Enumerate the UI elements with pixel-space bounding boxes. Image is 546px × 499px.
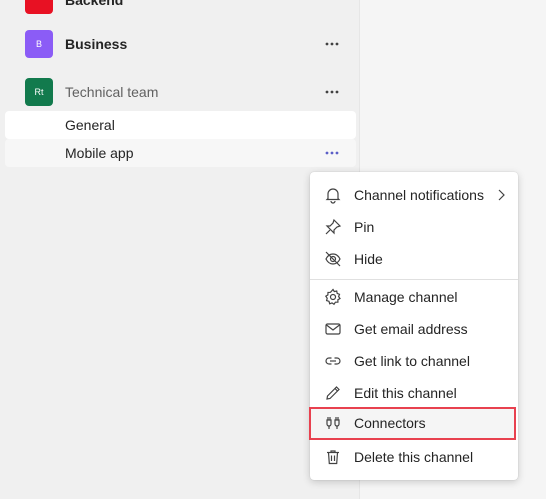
menu-item-channel-notifications[interactable]: Channel notifications [310,179,518,211]
menu-item-edit-channel[interactable]: Edit this channel [310,377,518,409]
team-avatar: Rt [25,78,53,106]
team-name: Business [65,36,128,52]
team-name: Technical team [65,84,159,100]
menu-divider [310,279,518,280]
team-row-technical[interactable]: Rt Technical team [0,78,360,106]
team-avatar [25,0,53,14]
menu-item-label: Hide [354,251,383,267]
channel-label: General [65,117,115,133]
menu-item-label: Delete this channel [354,449,474,465]
menu-item-connectors[interactable]: Connectors [309,407,516,440]
bell-icon [324,186,342,204]
chevron-right-icon [496,188,506,202]
trash-icon [324,448,342,466]
menu-item-label: Edit this channel [354,385,457,401]
menu-item-label: Get email address [354,321,468,337]
more-options-icon[interactable] [323,37,341,51]
menu-item-hide[interactable]: Hide [310,243,518,275]
teams-sidebar: Backend B Business Rt Technical team Gen… [0,0,360,499]
link-icon [324,352,342,370]
mail-icon [324,320,342,338]
team-name: Backend [65,0,124,8]
channel-general[interactable]: General [5,111,356,139]
gear-icon [324,288,342,306]
plug-icon [324,414,342,432]
eye-off-icon [324,250,342,268]
menu-item-delete-channel[interactable]: Delete this channel [310,441,518,473]
more-options-icon[interactable] [323,85,341,99]
channel-mobile-app[interactable]: Mobile app [5,139,356,167]
team-row-business[interactable]: B Business [0,30,360,58]
menu-item-label: Get link to channel [354,353,470,369]
menu-item-label: Pin [354,219,375,235]
pencil-icon [324,384,342,402]
menu-item-manage-channel[interactable]: Manage channel [310,281,518,313]
channel-label: Mobile app [65,145,134,161]
team-row-backend[interactable]: Backend [0,0,360,14]
menu-item-label: Connectors [354,415,426,431]
menu-item-label: Manage channel [354,289,458,305]
team-avatar: B [25,30,53,58]
pin-icon [324,218,342,236]
menu-item-get-email[interactable]: Get email address [310,313,518,345]
more-options-icon[interactable] [323,146,341,160]
menu-item-label: Channel notifications [354,187,484,203]
menu-item-get-link[interactable]: Get link to channel [310,345,518,377]
menu-item-pin[interactable]: Pin [310,211,518,243]
